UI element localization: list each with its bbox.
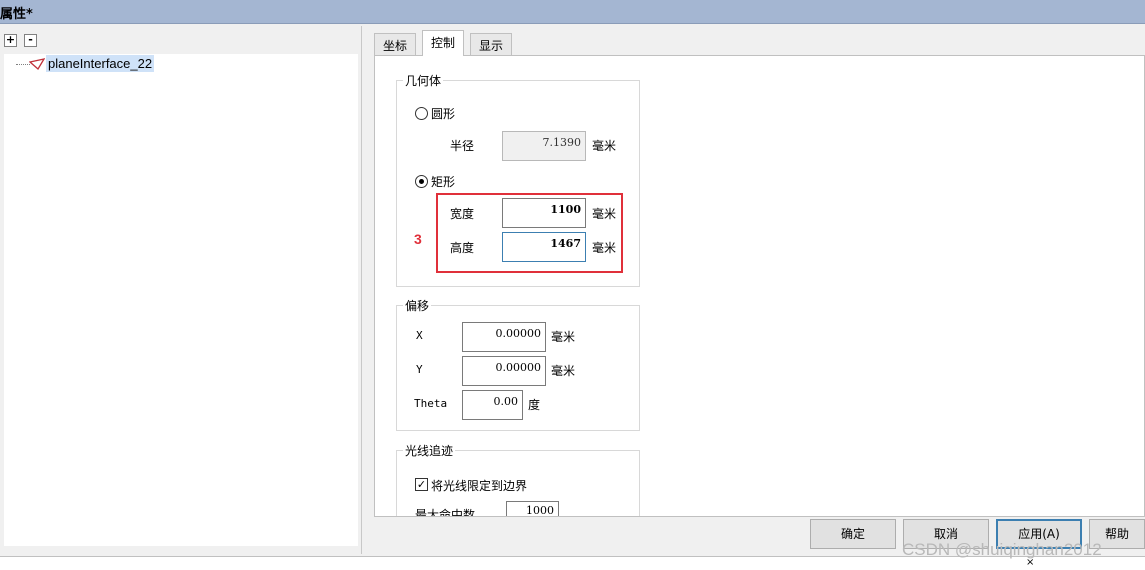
ok-button[interactable]: 确定 <box>810 519 896 549</box>
rectangle-label: 矩形 <box>431 175 456 189</box>
highlight-annotation-box <box>436 193 623 273</box>
offset-y-unit: 毫米 <box>551 364 576 378</box>
limit-rays-label: 将光线限定到边界 <box>431 479 528 493</box>
rectangle-radio[interactable] <box>415 175 428 188</box>
tree-item-plane-interface[interactable]: planeInterface_22 <box>46 55 155 72</box>
max-hits-field[interactable]: 1000 <box>506 501 559 516</box>
offset-theta-label: Theta <box>414 397 448 410</box>
offset-theta-field[interactable]: 0.00 <box>462 390 523 420</box>
offset-x-label: X <box>416 329 423 342</box>
offset-y-field[interactable]: 0.00000 <box>462 356 546 386</box>
offset-x-unit: 毫米 <box>551 330 576 344</box>
max-hits-label: 最大命中数 <box>415 508 476 516</box>
radius-unit: 毫米 <box>592 139 617 153</box>
ray-trace-clip: 光线追迹 ✓ 将光线限定到边界 最大命中数 1000 <box>375 440 675 516</box>
offset-y-label: Y <box>416 363 423 376</box>
collapse-all-button[interactable]: - <box>24 34 37 47</box>
tree-connector-line <box>16 64 30 65</box>
tree-pane: + - planeInterface_22 <box>0 26 362 554</box>
tab-control[interactable]: 控制 <box>422 30 465 56</box>
limit-rays-checkbox[interactable]: ✓ <box>415 478 428 491</box>
expand-all-button[interactable]: + <box>4 34 17 47</box>
tab-display[interactable]: 显示 <box>470 33 513 55</box>
radius-label: 半径 <box>450 139 475 153</box>
circle-radio[interactable] <box>415 107 428 120</box>
plane-interface-icon <box>29 58 45 70</box>
title-bar: 属性* <box>0 0 1145 24</box>
offset-theta-unit: 度 <box>528 398 541 412</box>
tab-coordinates[interactable]: 坐标 <box>374 33 417 55</box>
watermark: CSDN @shuiqinghan2012 <box>902 540 1102 559</box>
offset-x-field[interactable]: 0.00000 <box>462 322 546 352</box>
window-title: 属性* <box>0 7 33 22</box>
ray-trace-group-title: 光线追迹 <box>403 442 456 459</box>
annotation-marker: 3 <box>414 231 422 247</box>
radius-field[interactable]: 7.1390 <box>502 131 586 161</box>
geometry-group-title: 几何体 <box>403 72 444 89</box>
offset-group-title: 偏移 <box>403 297 432 314</box>
circle-label: 圆形 <box>431 107 456 121</box>
tree-view[interactable]: planeInterface_22 <box>4 54 358 546</box>
